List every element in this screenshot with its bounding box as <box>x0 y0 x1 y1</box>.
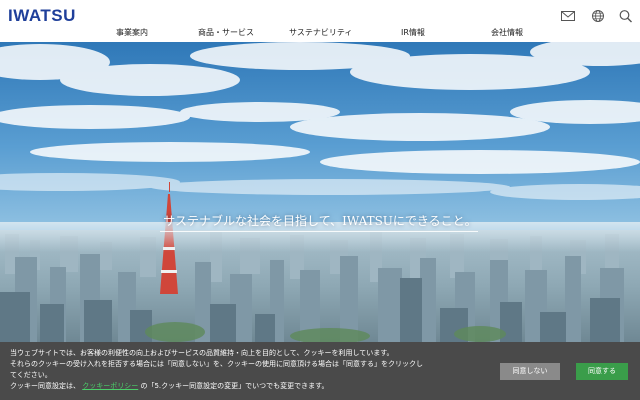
nav-business[interactable]: 事業案内 <box>116 27 148 38</box>
cookie-line-3: てください。 <box>10 371 52 379</box>
tagline-underline <box>160 231 478 232</box>
cookie-message: 当ウェブサイトでは、お客様の利便性の向上およびサービスの品質維持・向上を目的とし… <box>10 348 480 392</box>
nav-sustainability[interactable]: サステナビリティ <box>289 27 352 38</box>
site-header: IWATSU 事業案内 商品・サービス サステナビリティ IR情報 会社情報 <box>0 0 640 42</box>
mail-icon[interactable] <box>560 8 576 22</box>
hero-banner: サステナブルな社会を目指して、IWATSUにできること。 <box>0 42 640 342</box>
globe-icon[interactable] <box>590 8 606 22</box>
hero-tagline: サステナブルな社会を目指して、IWATSUにできること。 <box>163 214 477 228</box>
cookie-consent-banner: 当ウェブサイトでは、お客様の利便性の向上およびサービスの品質維持・向上を目的とし… <box>0 342 640 400</box>
cookie-line-4: クッキー同意設定は、 クッキーポリシー の「5.クッキー同意設定の変更」でいつで… <box>10 381 480 392</box>
nav-products-services[interactable]: 商品・サービス <box>198 27 254 38</box>
decline-button[interactable]: 同意しない <box>500 363 560 380</box>
hero-cityscape-image <box>0 42 640 342</box>
cookie-policy-link[interactable]: クッキーポリシー <box>82 382 138 390</box>
iwatsu-logo[interactable]: IWATSU <box>8 6 76 26</box>
nav-company[interactable]: 会社情報 <box>491 27 523 38</box>
cookie-line-4-suffix: の「5.クッキー同意設定の変更」でいつでも変更できます。 <box>140 382 329 390</box>
nav-ir[interactable]: IR情報 <box>401 27 425 38</box>
cookie-line-2: それらのクッキーの受け入れを拒否する場合には「同意しない」を、クッキーの使用に同… <box>10 360 423 368</box>
accept-button[interactable]: 同意する <box>576 363 628 380</box>
cookie-line-4-prefix: クッキー同意設定は、 <box>10 382 80 390</box>
cookie-line-1: 当ウェブサイトでは、お客様の利便性の向上およびサービスの品質維持・向上を目的とし… <box>10 349 394 357</box>
main-nav: 事業案内 商品・サービス サステナビリティ IR情報 会社情報 <box>90 27 560 39</box>
search-icon[interactable] <box>618 8 634 23</box>
